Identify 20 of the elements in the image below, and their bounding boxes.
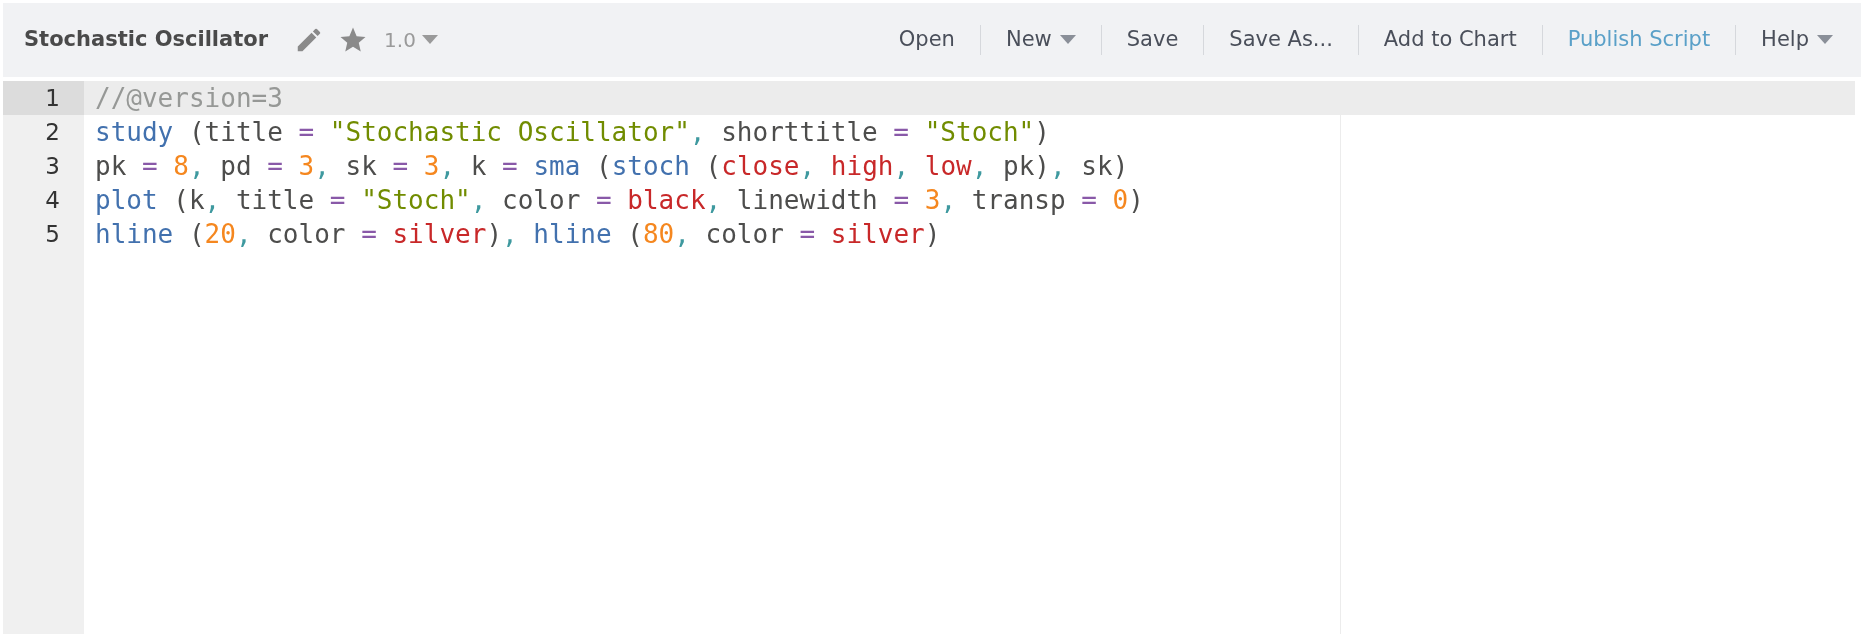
line-number: 1	[3, 81, 84, 115]
line-number: 5	[44, 219, 61, 249]
code-line: plot (k, title = "Stoch", color = black, linewidth = 3, transp = 0)	[95, 184, 1144, 217]
caret-icon	[421, 35, 438, 45]
line-number: 4	[44, 185, 61, 215]
code-line: study (title = "Stochastic Oscillator", shorttitle = "Stoch")	[95, 116, 1050, 149]
menu-button[interactable]: Open	[873, 24, 980, 56]
line-number: 3	[44, 151, 61, 181]
menu-button[interactable]: Save As...	[1204, 24, 1358, 56]
script-title: Stochastic Oscillator	[24, 26, 269, 54]
code-line: hline (20, color = silver), hline (80, color = silver)	[95, 218, 941, 251]
caret-icon	[1059, 35, 1076, 45]
menu-dropdown[interactable]: New	[980, 24, 1101, 56]
menu-button[interactable]: Add to Chart	[1358, 24, 1542, 56]
code-line: //@version=3	[95, 82, 283, 115]
caret-icon	[1817, 35, 1833, 45]
menu-dropdown[interactable]: Help	[1736, 24, 1833, 56]
menu-button[interactable]: Save	[1101, 24, 1204, 56]
code-line: pk = 8, pd = 3, sk = 3, k = sma (stoch (close, high, low, pk), sk)	[95, 150, 1129, 183]
line-number: 2	[44, 117, 61, 147]
